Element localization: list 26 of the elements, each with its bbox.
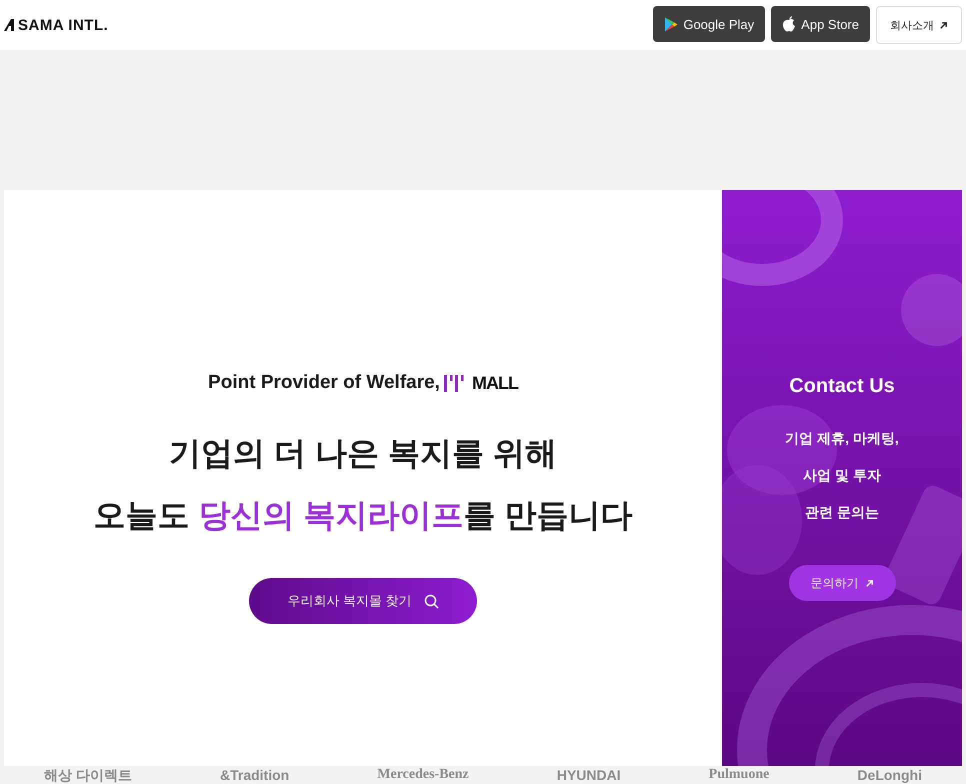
partner-logo: Mercedes-Benz (377, 767, 469, 783)
app-store-button[interactable]: App Store (771, 6, 870, 42)
find-mall-button[interactable]: 우리회사 복지몰 찾기 (249, 578, 477, 624)
contact-text: 기업 제휴, 마케팅, (785, 429, 899, 448)
partner-logo: Pulmuone (708, 767, 770, 783)
tagline: Point Provider of Welfare, (208, 372, 440, 394)
search-icon (424, 594, 439, 608)
partner-logo: HYUNDAI (556, 767, 621, 783)
arrow-icon (939, 20, 948, 30)
apple-icon (782, 16, 796, 32)
inquiry-button[interactable]: 문의하기 (788, 565, 896, 601)
logo-text: SAMA INTL. (18, 16, 108, 34)
company-intro-button[interactable]: 회사소개 (876, 6, 962, 44)
arrow-icon (864, 578, 874, 588)
partner-logo: DeLonghi (857, 767, 922, 783)
google-play-button[interactable]: Google Play (653, 6, 766, 42)
partner-logo: 해상 다이렉트 (44, 767, 132, 783)
contact-text: 관련 문의는 (805, 503, 879, 522)
logo-icon (4, 19, 16, 31)
play-icon (664, 16, 678, 32)
contact-title: Contact Us (789, 375, 895, 398)
headline: 기업의 더 나은 복지를 위해 (169, 434, 557, 473)
contact-text: 사업 및 투자 (803, 466, 881, 485)
brand-text: MALL (472, 372, 518, 394)
headline: 오늘도 당신의 복지라이프를 만듭니다 (94, 496, 632, 535)
partner-logo: &Tradition (220, 767, 290, 783)
